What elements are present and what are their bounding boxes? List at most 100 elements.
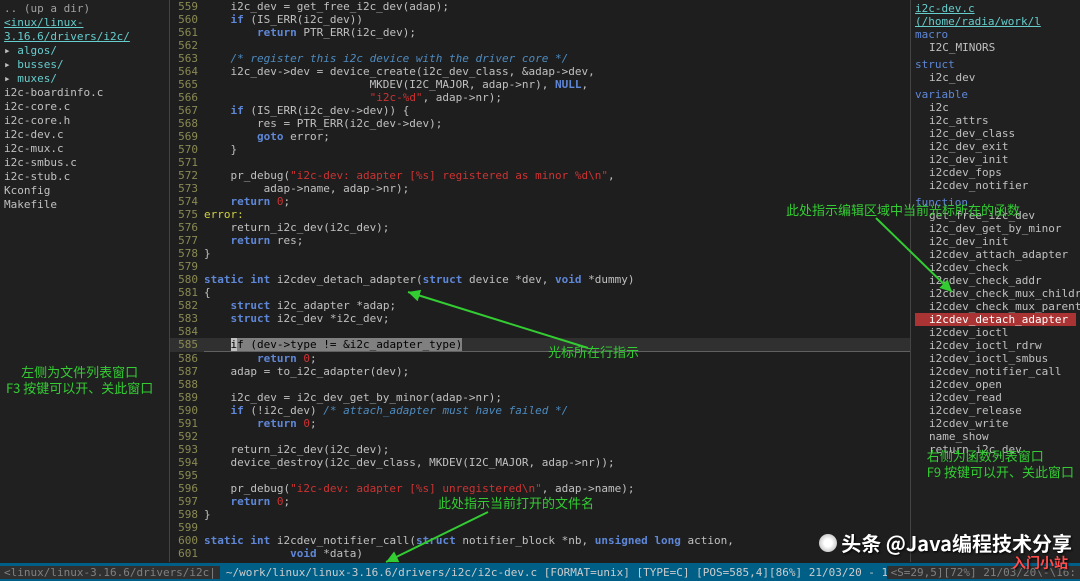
code-line[interactable]: 589 i2c_dev = i2c_dev_get_by_minor(adap-…: [170, 391, 910, 404]
code-line[interactable]: 568 res = PTR_ERR(i2c_dev->dev);: [170, 117, 910, 130]
code-line[interactable]: 594 device_destroy(i2c_dev_class, MKDEV(…: [170, 456, 910, 469]
line-number: 585: [170, 338, 204, 352]
code-line[interactable]: 599: [170, 521, 910, 534]
taglist-item[interactable]: i2c_dev_class: [915, 127, 1076, 140]
taglist-item[interactable]: i2cdev_detach_adapter: [915, 313, 1076, 326]
taglist-item[interactable]: i2cdev_check: [915, 261, 1076, 274]
taglist-item[interactable]: i2c_dev_get_by_minor: [915, 222, 1076, 235]
code-line[interactable]: 598}: [170, 508, 910, 521]
taglist-panel[interactable]: i2c-dev.c (/home/radia/work/l macroI2C_M…: [910, 0, 1080, 562]
folder-item[interactable]: ▸ muxes/: [4, 72, 165, 86]
taglist-item[interactable]: i2cdev_check_mux_children: [915, 287, 1076, 300]
line-number: 590: [170, 404, 204, 417]
file-item[interactable]: i2c-stub.c: [4, 170, 165, 184]
code-line[interactable]: 590 if (!i2c_dev) /* attach_adapter must…: [170, 404, 910, 417]
code-line[interactable]: 581{: [170, 286, 910, 299]
code-line[interactable]: 585 if (dev->type != &i2c_adapter_type): [170, 338, 910, 352]
taglist-item[interactable]: i2c_attrs: [915, 114, 1076, 127]
code-line[interactable]: 565 MKDEV(I2C_MAJOR, adap->nr), NULL,: [170, 78, 910, 91]
code-line[interactable]: 578}: [170, 247, 910, 260]
file-item[interactable]: i2c-dev.c: [4, 128, 165, 142]
code-line[interactable]: 602{: [170, 560, 910, 562]
code-line[interactable]: 559 i2c_dev = get_free_i2c_dev(adap);: [170, 0, 910, 13]
code-line[interactable]: 564 i2c_dev->dev = device_create(i2c_dev…: [170, 65, 910, 78]
taglist-item[interactable]: get_free_i2c_dev: [915, 209, 1076, 222]
taglist-item[interactable]: i2cdev_release: [915, 404, 1076, 417]
code-line[interactable]: 576 return_i2c_dev(i2c_dev);: [170, 221, 910, 234]
code-line[interactable]: 579: [170, 260, 910, 273]
taglist-item[interactable]: i2cdev_notifier: [915, 179, 1076, 192]
file-item[interactable]: i2c-mux.c: [4, 142, 165, 156]
folder-item[interactable]: ▸ busses/: [4, 58, 165, 72]
code-line[interactable]: 563 /* register this i2c device with the…: [170, 52, 910, 65]
updir[interactable]: .. (up a dir): [4, 2, 165, 16]
taglist-item[interactable]: i2cdev_ioctl: [915, 326, 1076, 339]
taglist-item[interactable]: i2cdev_ioctl_rdrw: [915, 339, 1076, 352]
file-item[interactable]: i2c-core.c: [4, 100, 165, 114]
code-line[interactable]: 600static int i2cdev_notifier_call(struc…: [170, 534, 910, 547]
code-line[interactable]: 567 if (IS_ERR(i2c_dev->dev)) {: [170, 104, 910, 117]
file-tree-panel[interactable]: .. (up a dir) <inux/linux-3.16.6/drivers…: [0, 0, 170, 562]
code-line[interactable]: 575error:: [170, 208, 910, 221]
taglist-item[interactable]: i2cdev_notifier_call: [915, 365, 1076, 378]
taglist-item[interactable]: i2cdev_read: [915, 391, 1076, 404]
taglist-item[interactable]: I2C_MINORS: [915, 41, 1076, 54]
code-line[interactable]: 571: [170, 156, 910, 169]
taglist-item[interactable]: i2cdev_ioctl_smbus: [915, 352, 1076, 365]
code-text: }: [204, 508, 910, 521]
taglist-item[interactable]: i2cdev_open: [915, 378, 1076, 391]
taglist-item[interactable]: i2c_dev: [915, 71, 1076, 84]
file-item[interactable]: Kconfig: [4, 184, 165, 198]
code-line[interactable]: 569 goto error;: [170, 130, 910, 143]
file-item[interactable]: i2c-boardinfo.c: [4, 86, 165, 100]
taglist-item[interactable]: i2c_dev_exit: [915, 140, 1076, 153]
code-line[interactable]: 562: [170, 39, 910, 52]
line-number: 576: [170, 221, 204, 234]
taglist-item[interactable]: i2cdev_write: [915, 417, 1076, 430]
taglist-item[interactable]: i2cdev_fops: [915, 166, 1076, 179]
code-line[interactable]: 591 return 0;: [170, 417, 910, 430]
code-line[interactable]: 570 }: [170, 143, 910, 156]
line-number: 592: [170, 430, 204, 443]
taglist-item[interactable]: return_i2c_dev: [915, 443, 1076, 456]
code-line[interactable]: 601 void *data): [170, 547, 910, 560]
code-line[interactable]: 560 if (IS_ERR(i2c_dev)): [170, 13, 910, 26]
file-item[interactable]: i2c-smbus.c: [4, 156, 165, 170]
code-line[interactable]: 582 struct i2c_adapter *adap;: [170, 299, 910, 312]
taglist-item[interactable]: i2c_dev_init: [915, 235, 1076, 248]
file-item[interactable]: i2c-core.h: [4, 114, 165, 128]
line-number: 582: [170, 299, 204, 312]
code-line[interactable]: 592: [170, 430, 910, 443]
code-line[interactable]: 574 return 0;: [170, 195, 910, 208]
code-line[interactable]: 577 return res;: [170, 234, 910, 247]
code-editor[interactable]: 559 i2c_dev = get_free_i2c_dev(adap);560…: [170, 0, 910, 562]
code-line[interactable]: 566 "i2c-%d", adap->nr);: [170, 91, 910, 104]
code-text: if (IS_ERR(i2c_dev->dev)) {: [204, 104, 910, 117]
code-line[interactable]: 593 return_i2c_dev(i2c_dev);: [170, 443, 910, 456]
taglist-item[interactable]: i2cdev_check_addr: [915, 274, 1076, 287]
code-text: if (IS_ERR(i2c_dev)): [204, 13, 910, 26]
code-line[interactable]: 583 struct i2c_dev *i2c_dev;: [170, 312, 910, 325]
code-line[interactable]: 596 pr_debug("i2c-dev: adapter [%s] unre…: [170, 482, 910, 495]
code-line[interactable]: 597 return 0;: [170, 495, 910, 508]
code-line[interactable]: 588: [170, 378, 910, 391]
code-line[interactable]: 573 adap->name, adap->nr);: [170, 182, 910, 195]
taglist-item[interactable]: i2c: [915, 101, 1076, 114]
code-line[interactable]: 580static int i2cdev_detach_adapter(stru…: [170, 273, 910, 286]
code-text: return res;: [204, 234, 910, 247]
file-item[interactable]: Makefile: [4, 198, 165, 212]
code-line[interactable]: 584: [170, 325, 910, 338]
code-line[interactable]: 595: [170, 469, 910, 482]
taglist-section: macro: [915, 28, 1076, 41]
folder-item[interactable]: ▸ algos/: [4, 44, 165, 58]
current-path[interactable]: <inux/linux-3.16.6/drivers/i2c/: [4, 16, 165, 44]
code-line[interactable]: 561 return PTR_ERR(i2c_dev);: [170, 26, 910, 39]
taglist-item[interactable]: name_show: [915, 430, 1076, 443]
code-line[interactable]: 586 return 0;: [170, 352, 910, 365]
taglist-item[interactable]: i2c_dev_init: [915, 153, 1076, 166]
taglist-item[interactable]: i2cdev_check_mux_parents: [915, 300, 1076, 313]
taglist-item[interactable]: i2cdev_attach_adapter: [915, 248, 1076, 261]
code-line[interactable]: 572 pr_debug("i2c-dev: adapter [%s] regi…: [170, 169, 910, 182]
code-text: error:: [204, 208, 910, 221]
code-line[interactable]: 587 adap = to_i2c_adapter(dev);: [170, 365, 910, 378]
